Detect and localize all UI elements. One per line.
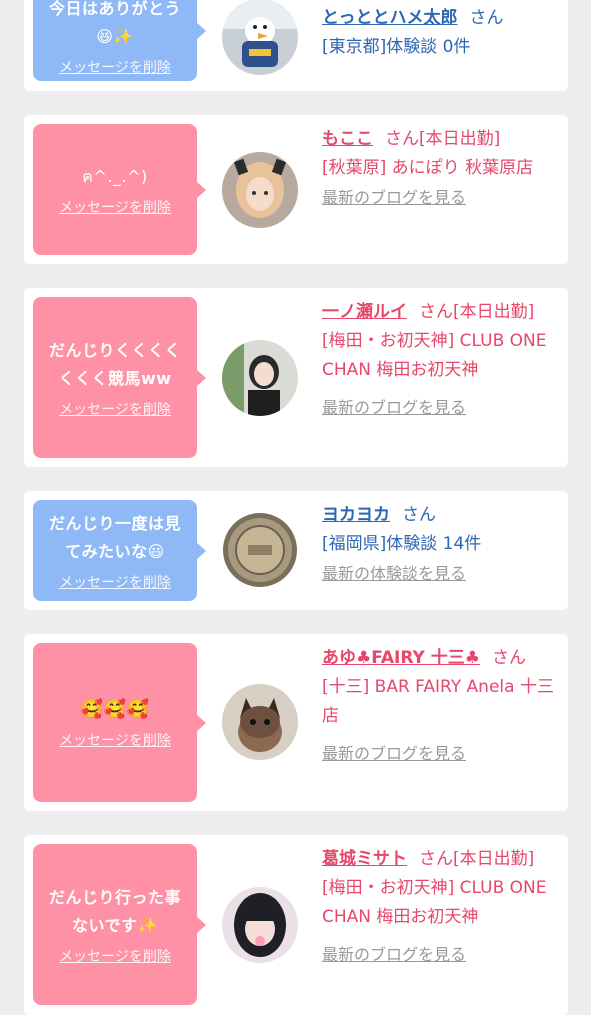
latest-blog-link[interactable]: 最新のブログを見る <box>322 744 466 763</box>
message-text: だんじり行った事ないです✨ <box>48 887 181 935</box>
message-bubble: ฅ^._.^) メッセージを削除 <box>33 124 206 255</box>
user-name-link[interactable]: ヨカヨカ <box>322 505 390 525</box>
delete-message-link[interactable]: メッセージを削除 <box>59 197 171 217</box>
message-bubble: だんじりくくくくくくく競馬ww メッセージを削除 <box>33 297 206 458</box>
user-name-link[interactable]: 葛城ミサト <box>322 849 407 869</box>
message-card: だんじりくくくくくくく競馬ww メッセージを削除 一ノ瀬ルイ さん[本日出勤] [… <box>24 288 568 467</box>
latest-blog-link[interactable]: 最新のブログを見る <box>322 945 466 964</box>
user-subtitle: [東京都]体験談 0件 <box>322 37 471 57</box>
user-info: 葛城ミサト さん[本日出勤] [梅田・お初天神] CLUB ONE CHAN 梅田… <box>322 845 562 970</box>
user-name-link[interactable]: とっととハメ太郎 <box>322 8 458 28</box>
delete-message-link[interactable]: メッセージを削除 <box>59 57 171 77</box>
user-subtitle: [十三] BAR FAIRY Anela 十三店 <box>322 677 554 726</box>
user-info: とっととハメ太郎 さん [東京都]体験談 0件 <box>322 4 562 62</box>
user-info: ヨカヨカ さん [福岡県]体験談 14件 最新の体験談を見る <box>322 501 562 589</box>
message-bubble: だんじり行った事ないです✨ メッセージを削除 <box>33 844 206 1005</box>
delete-message-link[interactable]: メッセージを削除 <box>59 730 171 750</box>
user-info: もここ さん[本日出勤] [秋葉原] あにぽり 秋葉原店 最新のブログを見る <box>322 125 562 213</box>
avatar-image <box>222 340 298 416</box>
user-name-link[interactable]: 一ノ瀬ルイ <box>322 302 407 322</box>
message-card: 今日はありがとう😆✨ メッセージを削除 とっととハメ太郎 さん [東京都]体験談 … <box>24 0 568 91</box>
avatar-image <box>222 887 298 963</box>
avatar-image <box>222 0 298 75</box>
avatar-image <box>222 152 298 228</box>
delete-message-link[interactable]: メッセージを削除 <box>59 399 171 419</box>
delete-message-link[interactable]: メッセージを削除 <box>59 572 171 592</box>
user-info: あゆ♣FAIRY 十三♣ さん [十三] BAR FAIRY Anela 十三店 … <box>322 644 562 769</box>
latest-report-link[interactable]: 最新の体験談を見る <box>322 564 466 583</box>
user-name-link[interactable]: もここ <box>322 129 373 149</box>
message-text: 今日はありがとう😆✨ <box>48 0 181 46</box>
user-honorific: さん[本日出勤] <box>385 129 501 149</box>
avatar[interactable] <box>222 0 298 75</box>
delete-message-link[interactable]: メッセージを削除 <box>59 946 171 966</box>
user-honorific: さん <box>402 505 436 525</box>
message-bubble: 🥰🥰🥰 メッセージを削除 <box>33 643 206 802</box>
user-subtitle: [梅田・お初天神] CLUB ONE CHAN 梅田お初天神 <box>322 878 547 927</box>
avatar[interactable] <box>222 887 298 963</box>
user-subtitle: [福岡県]体験談 14件 <box>322 534 482 554</box>
message-card: 🥰🥰🥰 メッセージを削除 あゆ♣FAIRY 十三♣ さん [十三] BAR FAI… <box>24 634 568 811</box>
message-bubble: だんじり一度は見てみたいな😃 メッセージを削除 <box>33 500 206 601</box>
user-honorific: さん <box>492 648 527 668</box>
user-honorific: さん[本日出勤] <box>419 302 535 322</box>
latest-blog-link[interactable]: 最新のブログを見る <box>322 188 466 207</box>
avatar[interactable] <box>222 512 298 588</box>
message-card: ฅ^._.^) メッセージを削除 もここ さん[本日出勤] [秋葉原] あにぽり … <box>24 115 568 264</box>
latest-blog-link[interactable]: 最新のブログを見る <box>322 398 466 417</box>
user-subtitle: [梅田・お初天神] CLUB ONE CHAN 梅田お初天神 <box>322 331 547 380</box>
message-bubble: 今日はありがとう😆✨ メッセージを削除 <box>33 0 206 81</box>
message-card: だんじり一度は見てみたいな😃 メッセージを削除 ヨカヨカ さん [福岡県]体験談 … <box>24 491 568 610</box>
user-subtitle: [秋葉原] あにぽり 秋葉原店 <box>322 158 534 178</box>
avatar-image <box>222 512 298 588</box>
message-text: だんじり一度は見てみたいな😃 <box>48 513 181 561</box>
user-honorific: さん[本日出勤] <box>419 849 535 869</box>
message-text: ฅ^._.^) <box>82 166 148 186</box>
user-info: 一ノ瀬ルイ さん[本日出勤] [梅田・お初天神] CLUB ONE CHAN 梅田… <box>322 298 562 423</box>
message-card: だんじり行った事ないです✨ メッセージを削除 葛城ミサト さん[本日出勤] [梅田… <box>24 835 568 1015</box>
user-name-link[interactable]: あゆ♣FAIRY 十三♣ <box>322 648 480 668</box>
avatar-image <box>222 684 298 760</box>
avatar[interactable] <box>222 684 298 760</box>
avatar[interactable] <box>222 340 298 416</box>
user-honorific: さん <box>469 8 504 28</box>
message-text: だんじりくくくくくくく競馬ww <box>48 340 181 388</box>
message-text: 🥰🥰🥰 <box>80 698 150 720</box>
avatar[interactable] <box>222 152 298 228</box>
